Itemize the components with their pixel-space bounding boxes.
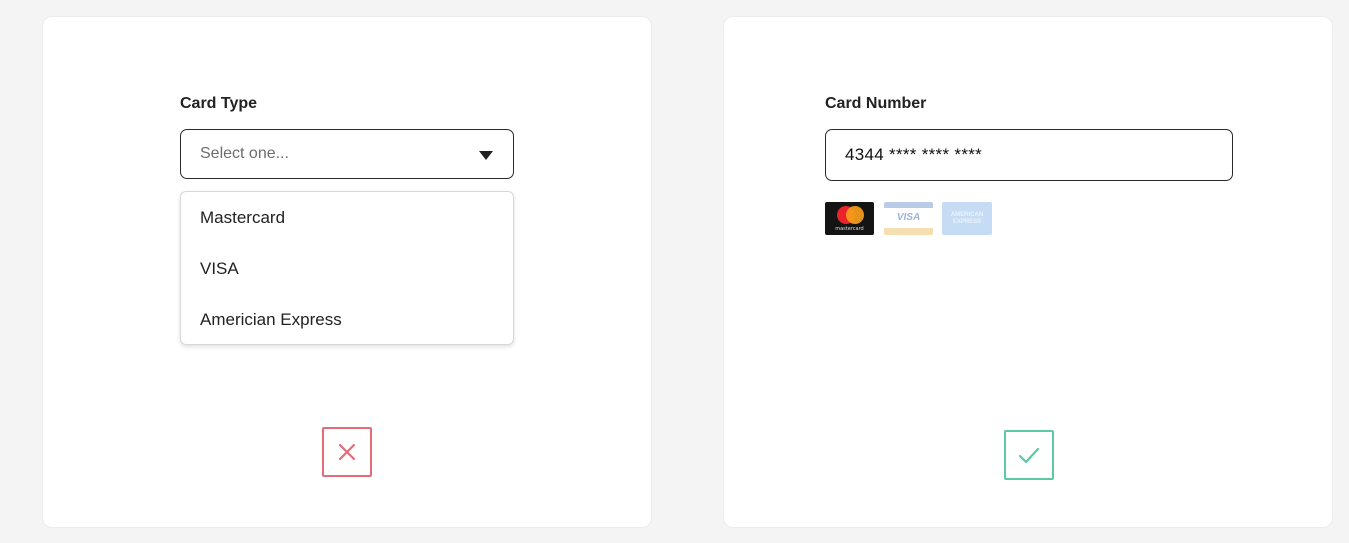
check-icon [1018, 447, 1040, 464]
card-number-label: Card Number [825, 95, 927, 112]
amex-logo: AMERICAN EXPRESS [942, 202, 992, 235]
visa-caption: VISA [896, 212, 921, 223]
card-number-input[interactable]: 4344 **** **** **** [825, 129, 1233, 181]
visa-top-band [884, 202, 933, 208]
close-icon [338, 443, 356, 461]
card-type-dropdown: Mastercard VISA Americian Express [180, 191, 514, 345]
card-number-value: 4344 **** **** **** [845, 145, 983, 164]
mastercard-logo: mastercard [825, 202, 874, 235]
select-placeholder: Select one... [200, 145, 289, 162]
option-american-express[interactable]: Americian Express [200, 310, 342, 330]
amex-caption: AMERICAN EXPRESS [950, 212, 984, 225]
mastercard-orange-circle [846, 206, 864, 224]
option-visa[interactable]: VISA [200, 259, 239, 279]
card-type-label: Card Type [180, 95, 258, 112]
card-logos: mastercard VISA AMERICAN EXPRESS [825, 202, 995, 236]
visa-logo: VISA [884, 202, 933, 235]
visa-bottom-band [884, 228, 933, 235]
caret-down-icon [479, 151, 493, 160]
error-indicator [322, 427, 372, 477]
card-type-panel: Card Type Select one... Mastercard VISA … [42, 16, 652, 528]
option-mastercard[interactable]: Mastercard [200, 208, 285, 228]
card-number-panel: Card Number 4344 **** **** **** masterca… [723, 16, 1333, 528]
mastercard-caption: mastercard [835, 226, 864, 232]
success-indicator [1004, 430, 1054, 480]
card-type-select[interactable]: Select one... [180, 129, 514, 179]
